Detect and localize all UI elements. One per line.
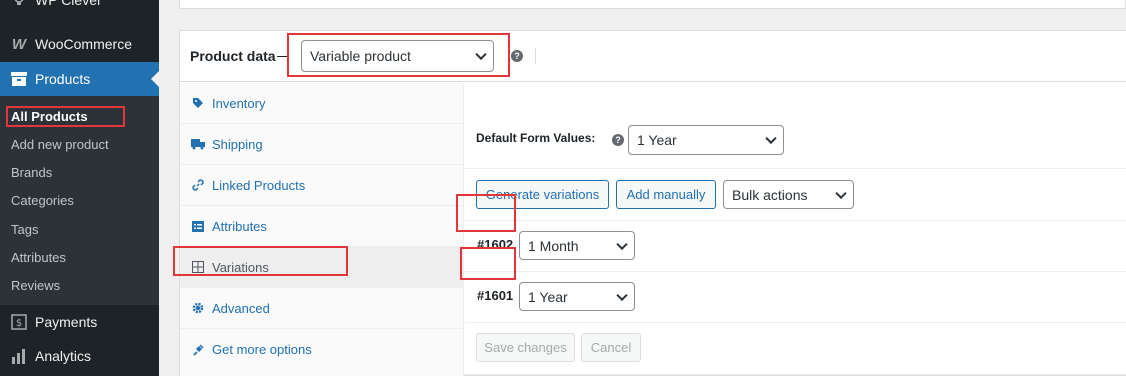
- product-data-tabs: Inventory Shipping Linked Products Attri…: [180, 83, 464, 376]
- divider: [465, 271, 1126, 272]
- product-data-metabox: Product data Variable product ? Inventor…: [179, 30, 1126, 376]
- header-divider: [535, 48, 536, 64]
- woocommerce-icon: W: [11, 35, 27, 53]
- variation-id: #1601: [477, 288, 514, 303]
- tab-advanced[interactable]: Advanced: [180, 288, 464, 329]
- tab-variations[interactable]: Variations: [180, 247, 464, 288]
- tab-label: Attributes: [212, 218, 267, 234]
- product-type-value: Variable product: [310, 48, 411, 64]
- submenu-attributes[interactable]: Attributes: [11, 250, 66, 265]
- bulb-icon: [8, 0, 30, 10]
- plugin-icon: [191, 343, 205, 357]
- cancel-button[interactable]: Cancel: [581, 333, 641, 362]
- variation-attribute-value: 1 Month: [528, 237, 579, 254]
- chevron-down-icon: [616, 238, 628, 250]
- payments-icon: $: [8, 312, 30, 332]
- product-data-header: Product data Variable product ?: [180, 31, 1126, 82]
- variations-panel: Default Form Values: ? 1 Year Generate v…: [465, 83, 1126, 376]
- list-icon: [191, 219, 205, 233]
- svg-text:$: $: [16, 318, 22, 329]
- tab-shipping[interactable]: Shipping: [180, 124, 464, 165]
- menu-item-wp-clever[interactable]: WP Clever: [0, 0, 159, 17]
- chevron-down-icon: [835, 187, 847, 199]
- variation-attribute-select[interactable]: 1 Month: [519, 231, 635, 260]
- title-dash: [277, 56, 287, 57]
- chevron-down-icon: [765, 132, 777, 145]
- menu-label: Payments: [35, 314, 98, 330]
- menu-item-woocommerce[interactable]: W WooCommerce: [0, 27, 159, 61]
- variation-id: #1602: [477, 237, 514, 252]
- tab-label: Variations: [212, 259, 269, 275]
- generate-variations-button[interactable]: Generate variations: [476, 180, 609, 209]
- tag-icon: [191, 96, 205, 110]
- menu-item-products[interactable]: Products: [0, 62, 159, 96]
- variation-attribute-select[interactable]: 1 Year: [519, 282, 635, 311]
- divider: [465, 220, 1126, 221]
- tab-linked-products[interactable]: Linked Products: [180, 165, 464, 206]
- help-icon[interactable]: ?: [612, 134, 624, 146]
- menu-item-analytics[interactable]: Analytics: [0, 339, 159, 373]
- divider: [465, 168, 1126, 169]
- menu-label: Analytics: [35, 348, 92, 364]
- products-submenu: All Products Add new product Brands Cate…: [0, 96, 159, 305]
- editor-panel: [179, 0, 1126, 9]
- bar-chart-icon: [8, 346, 30, 366]
- grid-icon: [191, 260, 205, 274]
- submenu-brands[interactable]: Brands: [11, 165, 52, 180]
- bulk-actions-select[interactable]: Bulk actions: [723, 180, 854, 209]
- save-changes-button[interactable]: Save changes: [476, 333, 575, 362]
- submenu-categories[interactable]: Categories: [11, 193, 74, 208]
- product-type-select[interactable]: Variable product: [301, 40, 494, 72]
- truck-icon: [191, 137, 205, 151]
- tab-label: Linked Products: [212, 177, 306, 193]
- add-manually-button[interactable]: Add manually: [616, 180, 716, 209]
- default-form-values-label: Default Form Values:: [476, 131, 596, 145]
- bulk-actions-value: Bulk actions: [732, 186, 808, 203]
- tab-label: Shipping: [212, 136, 263, 152]
- chevron-down-icon: [616, 289, 628, 301]
- submenu-all-products[interactable]: All Products: [11, 109, 88, 124]
- chevron-down-icon: [475, 48, 487, 61]
- variation-attribute-value: 1 Year: [528, 288, 568, 305]
- menu-label: Products: [35, 71, 91, 87]
- menu-label: WP Clever: [35, 0, 102, 8]
- default-form-value: 1 Year: [637, 132, 677, 148]
- product-data-title: Product data: [190, 48, 276, 64]
- menu-item-payments[interactable]: $ Payments: [0, 305, 159, 339]
- help-icon[interactable]: ?: [511, 50, 523, 62]
- tab-get-more-options[interactable]: Get more options: [180, 329, 464, 370]
- tab-attributes[interactable]: Attributes: [180, 206, 464, 247]
- submenu-add-new-product[interactable]: Add new product: [11, 137, 109, 152]
- default-form-value-select[interactable]: 1 Year: [628, 125, 784, 155]
- tab-label: Advanced: [212, 300, 270, 316]
- link-icon: [191, 178, 205, 192]
- tab-label: Get more options: [212, 342, 312, 357]
- gear-icon: [191, 301, 205, 315]
- divider: [465, 322, 1126, 323]
- submenu-tags[interactable]: Tags: [11, 222, 38, 237]
- tab-label: Inventory: [212, 95, 266, 111]
- archive-box-icon: [8, 69, 30, 89]
- submenu-reviews[interactable]: Reviews: [11, 278, 60, 293]
- menu-label: WooCommerce: [35, 36, 132, 52]
- admin-sidebar: WP Clever W WooCommerce Products All Pro…: [0, 0, 159, 376]
- divider: [465, 374, 1126, 375]
- tab-inventory[interactable]: Inventory: [180, 83, 464, 124]
